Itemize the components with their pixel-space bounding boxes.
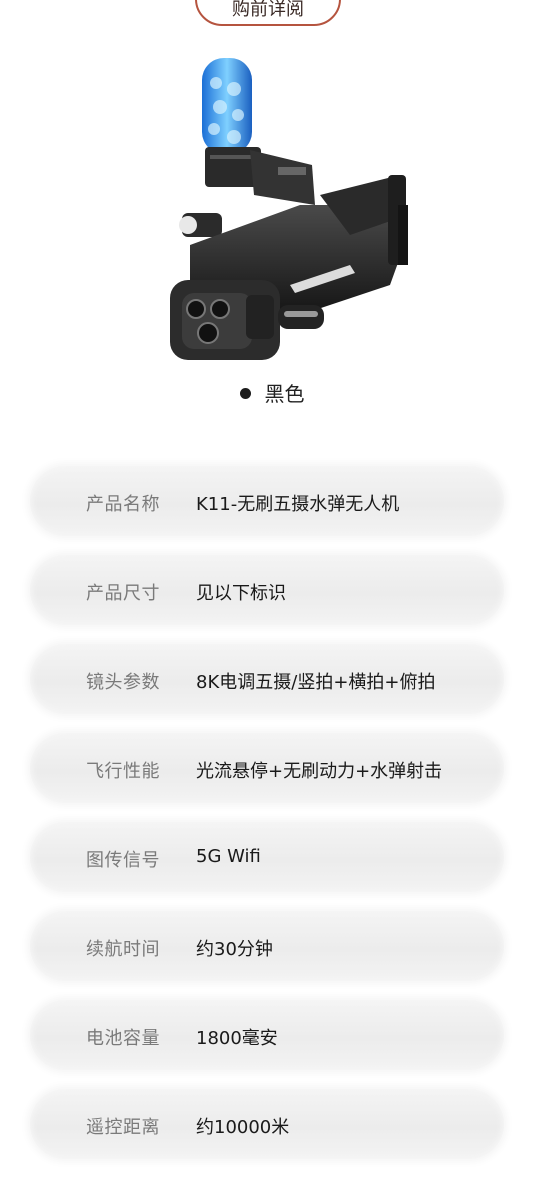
spec-label: 产品尺寸 — [86, 583, 160, 604]
color-label: 黑色 — [264, 382, 305, 406]
spec-value: 约10000米 — [196, 1117, 290, 1138]
spec-label: 镜头参数 — [86, 672, 160, 693]
spec-value: 见以下标识 — [196, 583, 286, 604]
spec-value: 1800毫安 — [196, 1028, 278, 1049]
spec-label: 续航时间 — [86, 939, 160, 960]
read-before-purchase-button[interactable]: 购前详阅 — [195, 0, 341, 26]
spec-row-battery: 电池容量 1800毫安 — [30, 1000, 504, 1070]
spec-value: K11-无刷五摄水弹无人机 — [196, 494, 400, 515]
spec-row-range: 遥控距离 约10000米 — [30, 1089, 504, 1159]
spec-row-flight: 飞行性能 光流悬停+无刷动力+水弹射击 — [30, 733, 504, 803]
spec-value: 5G Wifi — [196, 846, 261, 867]
spec-label: 产品名称 — [86, 494, 160, 515]
drone-product-image — [170, 58, 408, 360]
read-before-purchase-label: 购前详阅 — [232, 0, 304, 20]
spec-value: 约30分钟 — [196, 939, 273, 960]
spec-value: 光流悬停+无刷动力+水弹射击 — [196, 761, 443, 782]
spec-row-product-name: 产品名称 K11-无刷五摄水弹无人机 — [30, 466, 504, 536]
color-swatch-black — [239, 388, 251, 399]
spec-label: 遥控距离 — [86, 1117, 160, 1138]
spec-label: 飞行性能 — [86, 761, 160, 782]
spec-row-product-size: 产品尺寸 见以下标识 — [30, 555, 504, 625]
color-option[interactable]: 黑色 — [0, 378, 544, 407]
spec-row-signal: 图传信号 5G Wifi — [30, 822, 504, 892]
spec-label: 图传信号 — [86, 850, 160, 871]
spec-value: 8K电调五摄/竖拍+横拍+俯拍 — [196, 672, 436, 693]
spec-row-endurance: 续航时间 约30分钟 — [30, 911, 504, 981]
spec-label: 电池容量 — [86, 1028, 160, 1049]
spec-row-lens: 镜头参数 8K电调五摄/竖拍+横拍+俯拍 — [30, 644, 504, 714]
